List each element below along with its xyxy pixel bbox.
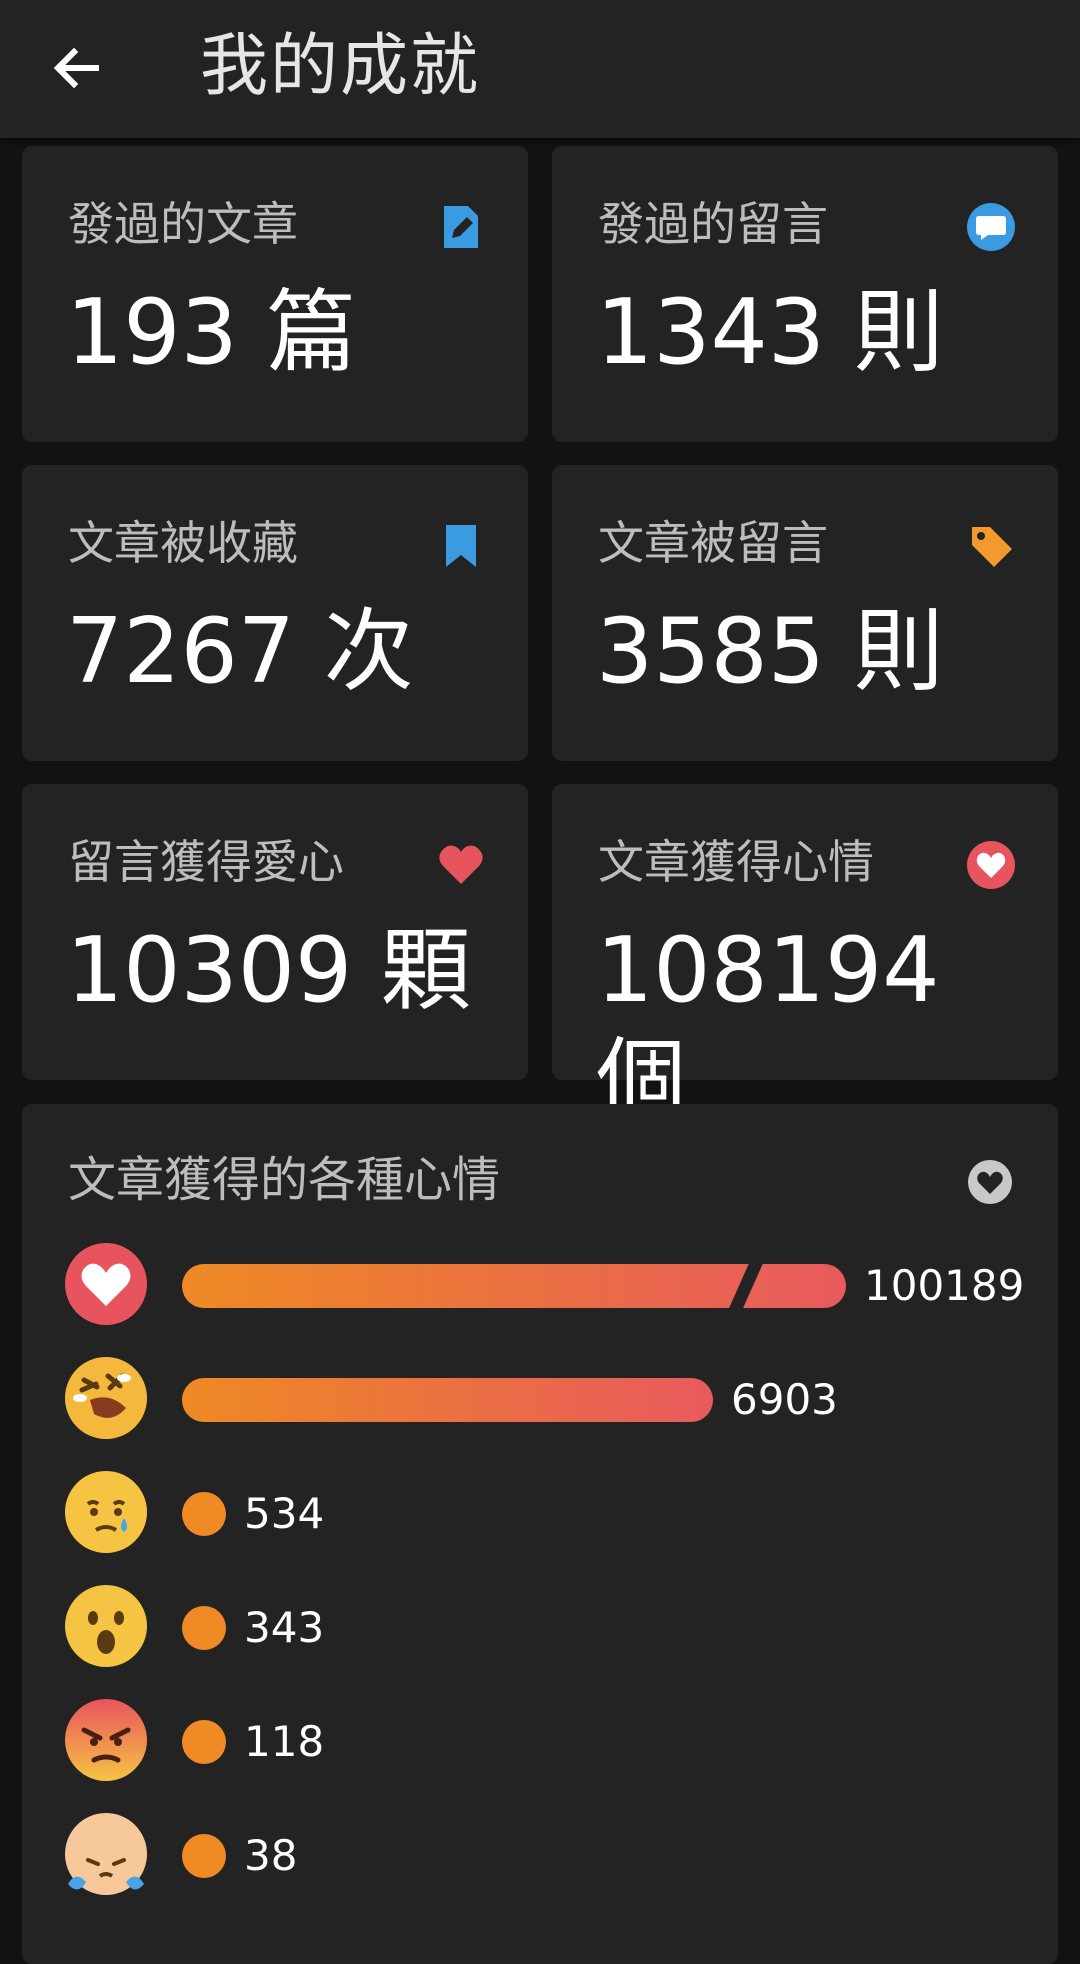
stat-value: 108194 個: [596, 918, 940, 1133]
mood-row-laughing: 6903: [64, 1356, 1024, 1442]
mood-row-crying: 534: [64, 1470, 1024, 1556]
tag-icon: [972, 527, 1012, 567]
stat-label: 文章被留言: [598, 516, 828, 570]
heart-icon: [439, 845, 483, 884]
stat-value: 3585 則: [596, 599, 944, 704]
bookmark-icon: [446, 525, 476, 567]
stat-label: 留言獲得愛心: [68, 835, 344, 889]
heart-outline-icon: [968, 1160, 1012, 1204]
mood-bar: [182, 1492, 226, 1536]
mood-row-heart: 100189: [64, 1242, 1024, 1328]
mood-bar: [182, 1720, 226, 1764]
mood-count: 6903: [731, 1375, 838, 1424]
stat-label: 文章獲得心情: [598, 835, 874, 889]
mood-count: 100189: [864, 1261, 1025, 1310]
stat-label: 發過的留言: [598, 197, 828, 251]
mood-breakdown-card: 文章獲得的各種心情 100189 6903 534 343 118 38: [22, 1104, 1058, 1964]
mood-breakdown-title: 文章獲得的各種心情: [68, 1152, 501, 1208]
stat-value: 10309 顆: [66, 918, 471, 1023]
mood-row-surprised: 343: [64, 1584, 1024, 1670]
laughing-emoji-icon: [65, 1357, 147, 1439]
surprised-emoji-icon: [65, 1585, 147, 1667]
app-bar: 我的成就: [0, 0, 1080, 138]
stat-card-comments: 發過的留言 1343 則: [552, 146, 1058, 442]
angry-emoji-icon: [65, 1699, 147, 1781]
mood-count: 38: [244, 1831, 298, 1880]
stat-card-bookmarked: 文章被收藏 7267 次: [22, 465, 528, 761]
mood-row-speechless: 38: [64, 1812, 1024, 1898]
stat-value: 1343 則: [596, 280, 944, 385]
mood-count: 118: [244, 1717, 325, 1766]
stat-card-article-moods: 文章獲得心情 108194 個: [552, 784, 1058, 1133]
back-arrow-icon[interactable]: [46, 38, 106, 98]
heart-emoji-icon: [65, 1243, 147, 1325]
stat-value: 193 篇: [66, 280, 357, 385]
mood-bar: [182, 1378, 713, 1422]
heart-circle-icon: [967, 841, 1015, 889]
mood-count: 343: [244, 1603, 325, 1652]
stat-card-received-comments: 文章被留言 3585 則: [552, 465, 1058, 761]
mood-count: 534: [244, 1489, 325, 1538]
mood-bar: [182, 1606, 226, 1650]
chat-bubble-icon: [967, 203, 1015, 251]
stat-card-articles: 發過的文章 193 篇: [22, 146, 528, 442]
mood-row-angry: 118: [64, 1698, 1024, 1784]
page-title: 我的成就: [200, 27, 481, 106]
stat-card-comment-hearts: 留言獲得愛心 10309 顆: [22, 784, 528, 1080]
speechless-emoji-icon: [65, 1813, 147, 1895]
stat-label: 文章被收藏: [68, 516, 298, 570]
mood-bar: [182, 1264, 846, 1308]
crying-emoji-icon: [65, 1471, 147, 1553]
mood-bar: [182, 1834, 226, 1878]
stat-label: 發過的文章: [68, 197, 298, 251]
edit-document-icon: [444, 206, 478, 248]
stat-value: 7267 次: [66, 599, 414, 704]
